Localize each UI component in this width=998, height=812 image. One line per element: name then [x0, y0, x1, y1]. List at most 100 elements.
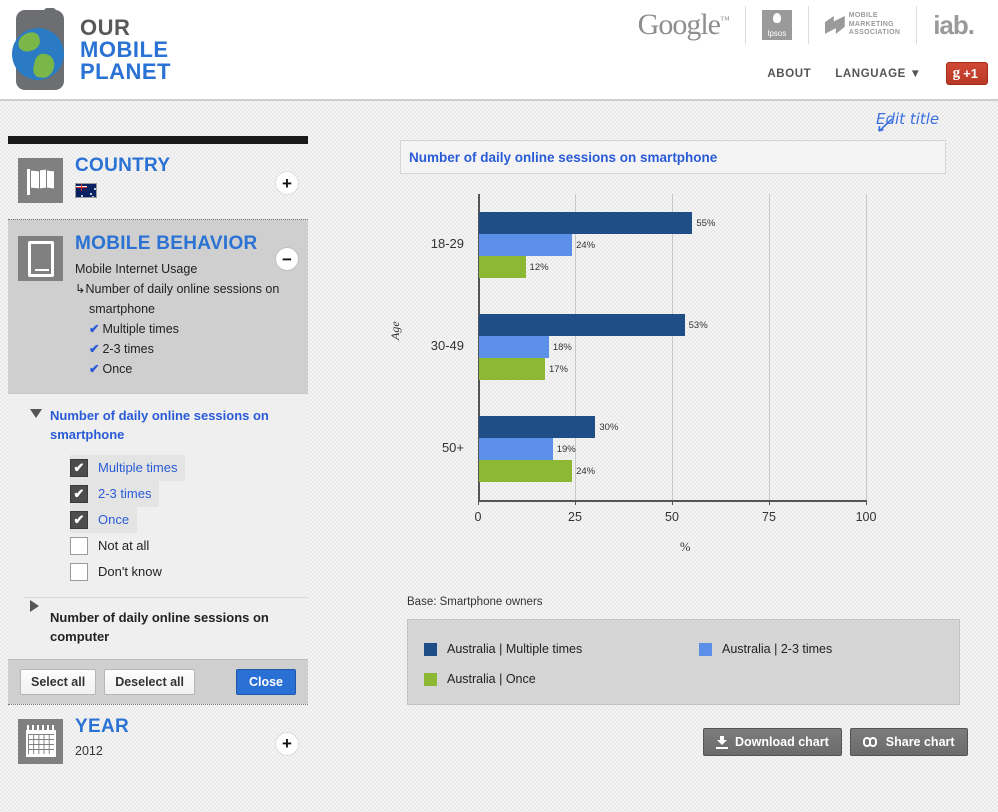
gridline [672, 194, 673, 500]
behavior-line: ↳Number of daily online sessions on [75, 281, 280, 296]
chart-plot-area: Age 0 25 50 75 100 18-29 55% 24% 12% 30-49 53% 18% 1… [388, 185, 960, 575]
legend-label: Australia | Multiple times [447, 642, 583, 656]
chart-bar-value-label: 24% [576, 240, 596, 251]
behavior-line: ✔ Multiple times [89, 321, 179, 336]
chart-bar-value-label: 17% [548, 364, 568, 375]
chart-bar[interactable] [479, 336, 549, 358]
deselect-all-button[interactable]: Deselect all [104, 668, 195, 695]
y-axis-category-label: 50+ [441, 440, 464, 455]
plot-inner: 0 25 50 75 100 18-29 55% 24% 12% 30-49 53% 18% 17% 50… [431, 194, 876, 524]
x-axis-tick [672, 500, 673, 505]
chart-bar-value-label: 24% [576, 466, 596, 477]
chart-bar-value-label: 30% [599, 422, 619, 433]
gridline [769, 194, 770, 500]
legend-swatch [424, 672, 437, 686]
chart-bar[interactable] [479, 212, 693, 234]
behavior-selection-summary: Mobile Internet Usage ↳Number of daily o… [75, 259, 308, 379]
option-dont-know[interactable]: Don't know [70, 559, 170, 585]
dropdown-group2-title[interactable]: Number of daily online sessions on compu… [50, 610, 269, 645]
panel-year-title: YEAR [75, 715, 129, 737]
mma-mark-icon [824, 16, 845, 34]
x-axis-tick [575, 500, 576, 505]
flag-icon [18, 158, 63, 203]
site-logo[interactable]: OUR MOBILE PLANET [10, 8, 171, 92]
mma-logo: MOBILE MARKETING ASSOCIATION [807, 6, 916, 44]
sidebar-top-bar [8, 136, 308, 144]
gridline [866, 194, 867, 500]
checkbox-checked-icon[interactable]: ✔ [70, 510, 88, 529]
panel-mobile-behavior[interactable]: MOBILE BEHAVIOR Mobile Internet Usage ↳N… [8, 219, 308, 393]
legend-item[interactable]: Australia | Once [424, 672, 536, 686]
y-axis-category-label: 18-29 [430, 236, 464, 251]
check-icon: ✔ [89, 361, 100, 376]
chart-legend: Australia | Multiple times Australia | 2… [407, 619, 960, 705]
option-label: Not at all [98, 538, 150, 554]
y-axis-label: Age [388, 321, 402, 340]
dropdown-footer: Select all Deselect all Close [8, 658, 308, 704]
panel-behavior-title: MOBILE BEHAVIOR [75, 233, 258, 254]
chart-bar[interactable] [479, 234, 573, 256]
chart-bar-value-label: 19% [556, 444, 576, 455]
chart-title: Number of daily online sessions on smart… [409, 149, 718, 165]
behavior-line: ✔ Once [89, 361, 133, 376]
phone-globe-logo-icon [10, 8, 70, 92]
share-chart-button[interactable]: Share chart [849, 728, 968, 756]
panel-year[interactable]: YEAR 2012 + [8, 703, 308, 778]
chart-bar-value-label: 18% [552, 342, 572, 353]
logo-line-3: PLANET [80, 59, 171, 84]
chart-bar[interactable] [479, 416, 596, 438]
legend-item[interactable]: Australia | 2-3 times [699, 642, 832, 656]
checkbox-checked-icon[interactable]: ✔ [70, 458, 88, 477]
y-axis-category-label: 30-49 [430, 338, 464, 353]
chart-title-box[interactable]: Number of daily online sessions on smart… [400, 140, 946, 174]
option-multiple-times[interactable]: ✔ Multiple times [70, 454, 186, 481]
logo-line-2: MOBILE [80, 37, 169, 62]
panel-country[interactable]: COUNTRY + [8, 144, 308, 219]
x-axis-tick-label: 25 [568, 510, 582, 524]
chevron-down-icon[interactable] [30, 408, 42, 418]
panel-country-expand-button[interactable]: + [276, 172, 298, 194]
plusone-label: +1 [963, 66, 978, 81]
legend-item[interactable]: Australia | Multiple times [424, 642, 582, 656]
panel-year-value: 2012 [75, 743, 103, 758]
chart-bar[interactable] [479, 314, 685, 336]
chart-bar[interactable] [479, 460, 573, 482]
chevron-right-icon[interactable] [30, 599, 39, 612]
checkbox-checked-icon[interactable]: ✔ [70, 484, 88, 503]
check-icon: ✔ [89, 321, 100, 336]
option-label: Multiple times [98, 460, 178, 476]
ipsos-logo: Ipsos [744, 6, 808, 44]
download-chart-button[interactable]: Download chart [703, 728, 842, 756]
google-plusone-button[interactable]: g +1 [945, 62, 988, 85]
smartphone-icon [18, 236, 63, 281]
nav-about[interactable]: ABOUT [767, 68, 811, 80]
legend-swatch [424, 642, 437, 656]
behavior-options-dropdown: Number of daily online sessions on smart… [8, 392, 308, 704]
chart-bar[interactable] [479, 358, 545, 380]
logo-line-1: OUR [80, 15, 131, 40]
top-navigation: ABOUT LANGUAGE ▼ g +1 [767, 62, 988, 85]
nav-language[interactable]: LANGUAGE ▼ [835, 68, 921, 80]
dropdown-group1-title[interactable]: Number of daily online sessions on smart… [50, 406, 292, 445]
edit-title-link[interactable]: Edit title [876, 110, 939, 128]
option-2-3-times[interactable]: ✔ 2-3 times [70, 480, 160, 507]
x-axis-tick [478, 500, 479, 505]
panel-behavior-collapse-button[interactable]: − [276, 248, 298, 270]
australia-flag-icon [75, 182, 97, 198]
panel-year-expand-button[interactable]: + [276, 732, 298, 755]
x-axis-tick [769, 500, 770, 505]
chart-bar[interactable] [479, 256, 526, 278]
checkbox-unchecked-icon[interactable] [70, 536, 88, 555]
legend-swatch [699, 642, 712, 656]
x-axis-tick-label: 0 [474, 510, 482, 524]
dropdown-group2[interactable]: Number of daily online sessions on compu… [8, 598, 308, 659]
google-g-icon: g [952, 65, 961, 81]
select-all-button[interactable]: Select all [20, 668, 97, 695]
behavior-line: ✔ 2-3 times [89, 341, 154, 356]
checkbox-unchecked-icon[interactable] [70, 562, 88, 581]
option-once[interactable]: ✔ Once [70, 506, 138, 533]
chart-bar[interactable] [479, 438, 553, 460]
close-dropdown-button[interactable]: Close [235, 668, 296, 695]
option-not-at-all[interactable]: Not at all [70, 533, 157, 559]
chart-bar-value-label: 55% [696, 218, 716, 229]
